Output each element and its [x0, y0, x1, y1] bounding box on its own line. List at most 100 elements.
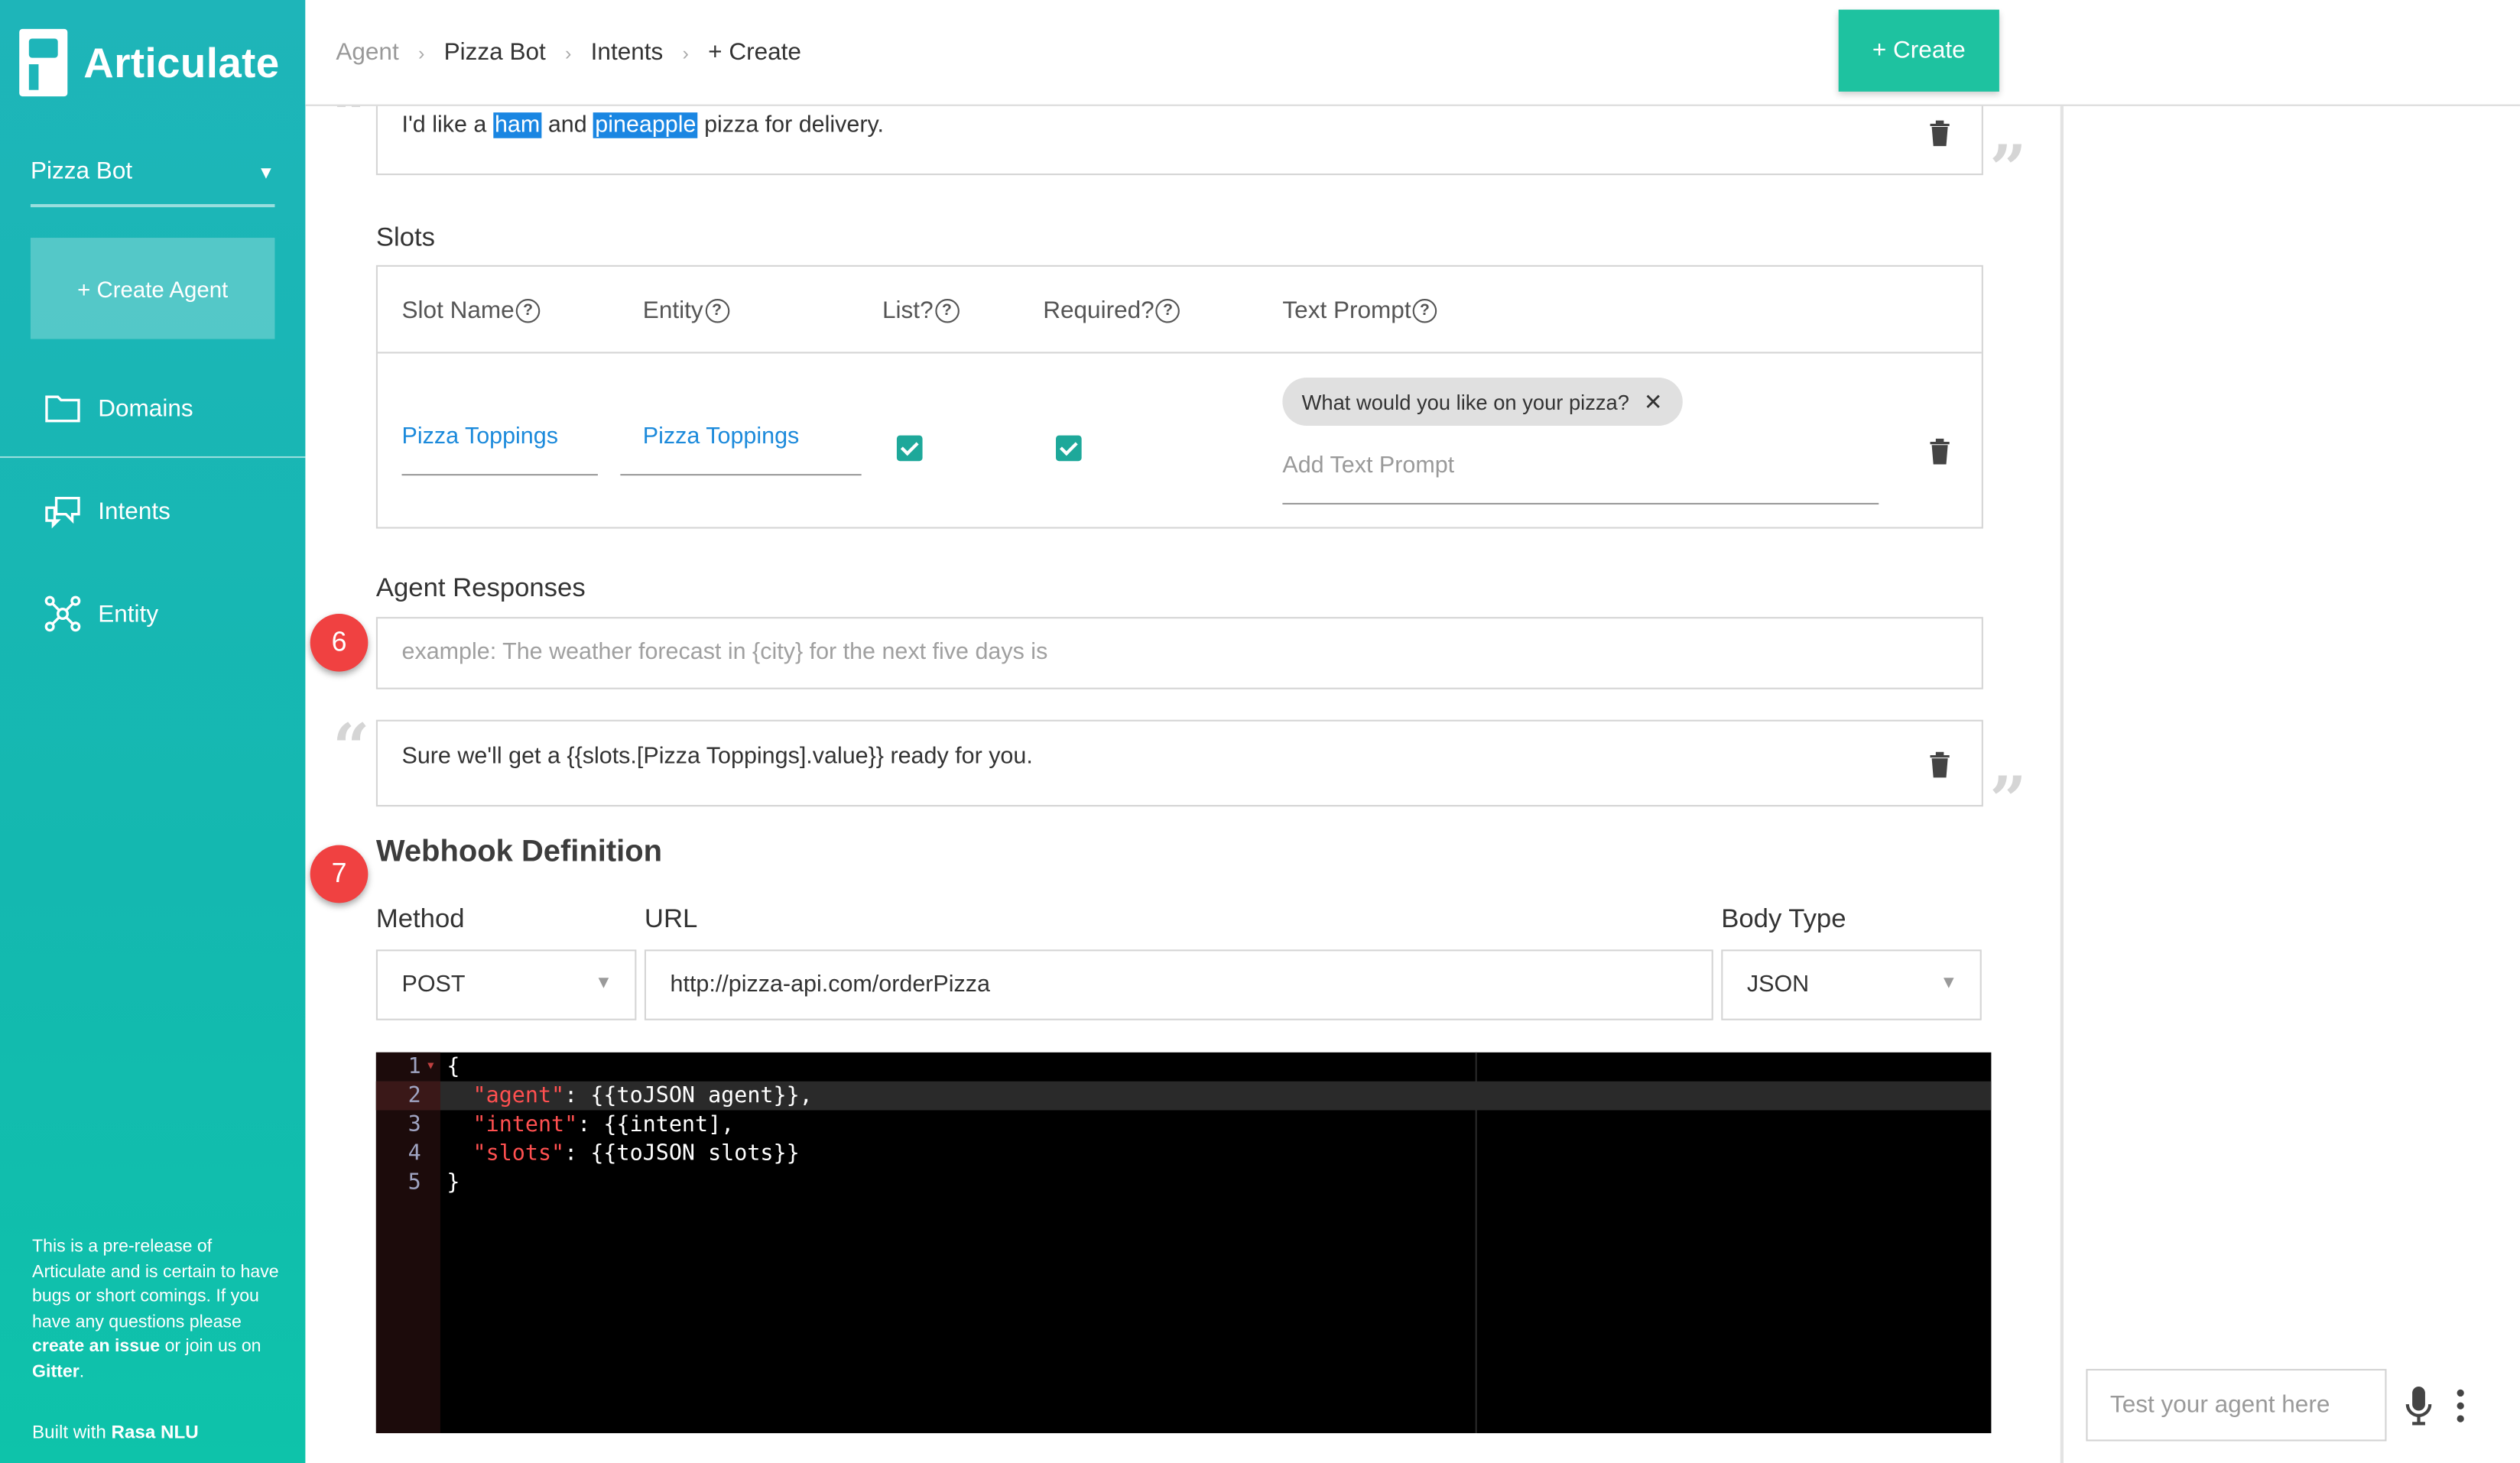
header-label: Text Prompt: [1282, 297, 1411, 325]
agent-response-text: Sure we'll get a {{slots.[Pizza Toppings…: [401, 744, 1033, 770]
url-label: URL: [644, 904, 698, 934]
sidebar-item-intents[interactable]: Intents: [0, 482, 305, 540]
create-button[interactable]: + Create: [1838, 9, 1999, 92]
gitter-link[interactable]: Gitter: [32, 1361, 80, 1380]
slots-table-header: Slot Name? Entity? List?? Required?? Tex…: [377, 267, 1982, 354]
chevron-right-icon: ›: [565, 41, 572, 64]
body-type-label: Body Type: [1721, 904, 1846, 934]
breadcrumb-pizza-bot[interactable]: Pizza Bot: [444, 38, 546, 66]
trash-icon[interactable]: [1928, 751, 1950, 778]
sidebar-item-label: Intents: [98, 497, 170, 525]
step-badge: 7: [310, 845, 369, 903]
line-number: 4: [408, 1140, 421, 1167]
header-label: List?: [882, 297, 934, 325]
agent-response-input[interactable]: example: The weather forecast in {city} …: [375, 617, 1983, 689]
header-label: Entity: [642, 297, 703, 325]
code-line: "intent": {{intent],: [447, 1110, 735, 1139]
fold-arrow-icon[interactable]: ▾: [426, 1053, 436, 1082]
agent-select[interactable]: Pizza Bot ▼: [30, 153, 275, 208]
rasa-nlu-link[interactable]: Rasa NLU: [111, 1423, 198, 1442]
example-text-part: pizza for delivery.: [697, 112, 884, 138]
url-input-value: http://pizza-api.com/orderPizza: [670, 972, 990, 998]
line-number: 2: [408, 1082, 421, 1109]
logo-text: Articulate: [83, 37, 280, 86]
note-text: This is a pre-release of Articulate and …: [32, 1237, 279, 1332]
agent-response-item[interactable]: Sure we'll get a {{slots.[Pizza Toppings…: [375, 719, 1983, 807]
breadcrumb-create: + Create: [708, 38, 801, 66]
caret-down-icon: ▼: [1940, 973, 1958, 994]
help-icon[interactable]: ?: [515, 298, 541, 323]
breadcrumb: Agent › Pizza Bot › Intents › + Create: [336, 38, 820, 66]
create-agent-button[interactable]: + Create Agent: [30, 238, 275, 339]
trash-icon[interactable]: [1928, 437, 1950, 465]
create-issue-link[interactable]: create an issue: [32, 1337, 160, 1356]
app-logo[interactable]: Articulate: [19, 28, 280, 97]
top-bar: Agent › Pizza Bot › Intents › + Create +…: [305, 0, 2520, 106]
chevron-right-icon: ›: [682, 41, 689, 64]
sidebar-item-entity[interactable]: Entity: [0, 585, 305, 643]
code-line: {: [447, 1053, 460, 1080]
sidebar-item-label: Domains: [98, 394, 193, 422]
articulate-logo-icon: [19, 28, 68, 97]
webhook-body-editor[interactable]: 1 ▾ { 2 "agent": {{toJSON agent}}, 3 "in…: [375, 1052, 1992, 1433]
close-quote-icon: ”: [1989, 131, 2027, 208]
trash-icon[interactable]: [1928, 119, 1950, 147]
help-icon[interactable]: ?: [1155, 298, 1180, 323]
code-line: }: [447, 1169, 460, 1195]
note-text: .: [79, 1361, 85, 1381]
line-number: 3: [408, 1111, 421, 1138]
chat-test-input[interactable]: Test your agent here: [2086, 1368, 2387, 1442]
code-value: : {{toJSON agent}},: [564, 1082, 813, 1109]
header-slot-name: Slot Name?: [402, 297, 541, 325]
sidebar-divider: [0, 456, 306, 459]
close-quote-icon: ”: [1989, 763, 2027, 839]
required-checkbox[interactable]: [1056, 435, 1082, 462]
help-icon[interactable]: ?: [1412, 298, 1437, 323]
code-line: "agent": {{toJSON agent}},: [447, 1082, 813, 1111]
code-line: "slots": {{toJSON slots}}: [447, 1139, 800, 1168]
sidebar-item-label: Entity: [98, 600, 159, 628]
chat-panel-divider: [2060, 105, 2064, 1463]
method-select-value: POST: [401, 972, 466, 998]
caret-down-icon: ▼: [594, 973, 612, 994]
line-number: 1: [408, 1053, 421, 1080]
url-input[interactable]: http://pizza-api.com/orderPizza: [644, 949, 1713, 1020]
webhook-title: Webhook Definition: [375, 835, 663, 870]
agent-select-value: Pizza Bot: [30, 157, 133, 185]
sidebar-item-domains[interactable]: Domains: [0, 379, 305, 437]
slot-name-input[interactable]: Pizza Toppings: [401, 424, 598, 476]
slot-entity-input[interactable]: Pizza Toppings: [620, 424, 862, 476]
code-value: : {{toJSON slots}}: [564, 1140, 800, 1167]
example-sentence-text[interactable]: I'd like a ham and pineapple pizza for d…: [402, 112, 884, 138]
method-select[interactable]: POST ▼: [375, 949, 637, 1020]
add-text-prompt-input[interactable]: Add Text Prompt: [1282, 453, 1879, 505]
help-icon[interactable]: ?: [704, 298, 729, 323]
network-nodes-icon: [44, 595, 81, 632]
header-list: List??: [882, 297, 960, 325]
close-icon[interactable]: ✕: [1644, 388, 1663, 416]
method-label: Method: [375, 904, 465, 934]
built-with-prefix: Built with: [32, 1423, 112, 1443]
more-vert-icon[interactable]: [2453, 1388, 2469, 1423]
text-prompt-chip: What would you like on your pizza? ✕: [1282, 377, 1682, 427]
header-required: Required??: [1043, 297, 1180, 325]
header-entity: Entity?: [643, 297, 729, 325]
breadcrumb-intents[interactable]: Intents: [591, 38, 664, 66]
agent-response-placeholder: example: The weather forecast in {city} …: [401, 639, 1048, 666]
highlighted-entity[interactable]: pineapple: [593, 112, 698, 138]
code-key: "agent": [472, 1082, 565, 1109]
built-with: Built with Rasa NLU: [32, 1423, 199, 1442]
example-text-part: I'd like a: [401, 112, 493, 138]
help-icon[interactable]: ?: [934, 298, 960, 323]
agent-responses-label: Agent Responses: [375, 573, 586, 603]
slots-label: Slots: [375, 223, 435, 253]
caret-down-icon: ▼: [257, 164, 275, 183]
note-text: or join us on: [160, 1336, 261, 1357]
open-quote-icon: “: [333, 710, 370, 786]
body-type-select[interactable]: JSON ▼: [1721, 949, 1982, 1020]
highlighted-entity[interactable]: ham: [492, 112, 542, 138]
list-checkbox[interactable]: [896, 435, 923, 462]
header-text-prompt: Text Prompt?: [1282, 297, 1437, 325]
breadcrumb-agent[interactable]: Agent: [336, 38, 398, 66]
microphone-icon[interactable]: [2402, 1385, 2434, 1427]
